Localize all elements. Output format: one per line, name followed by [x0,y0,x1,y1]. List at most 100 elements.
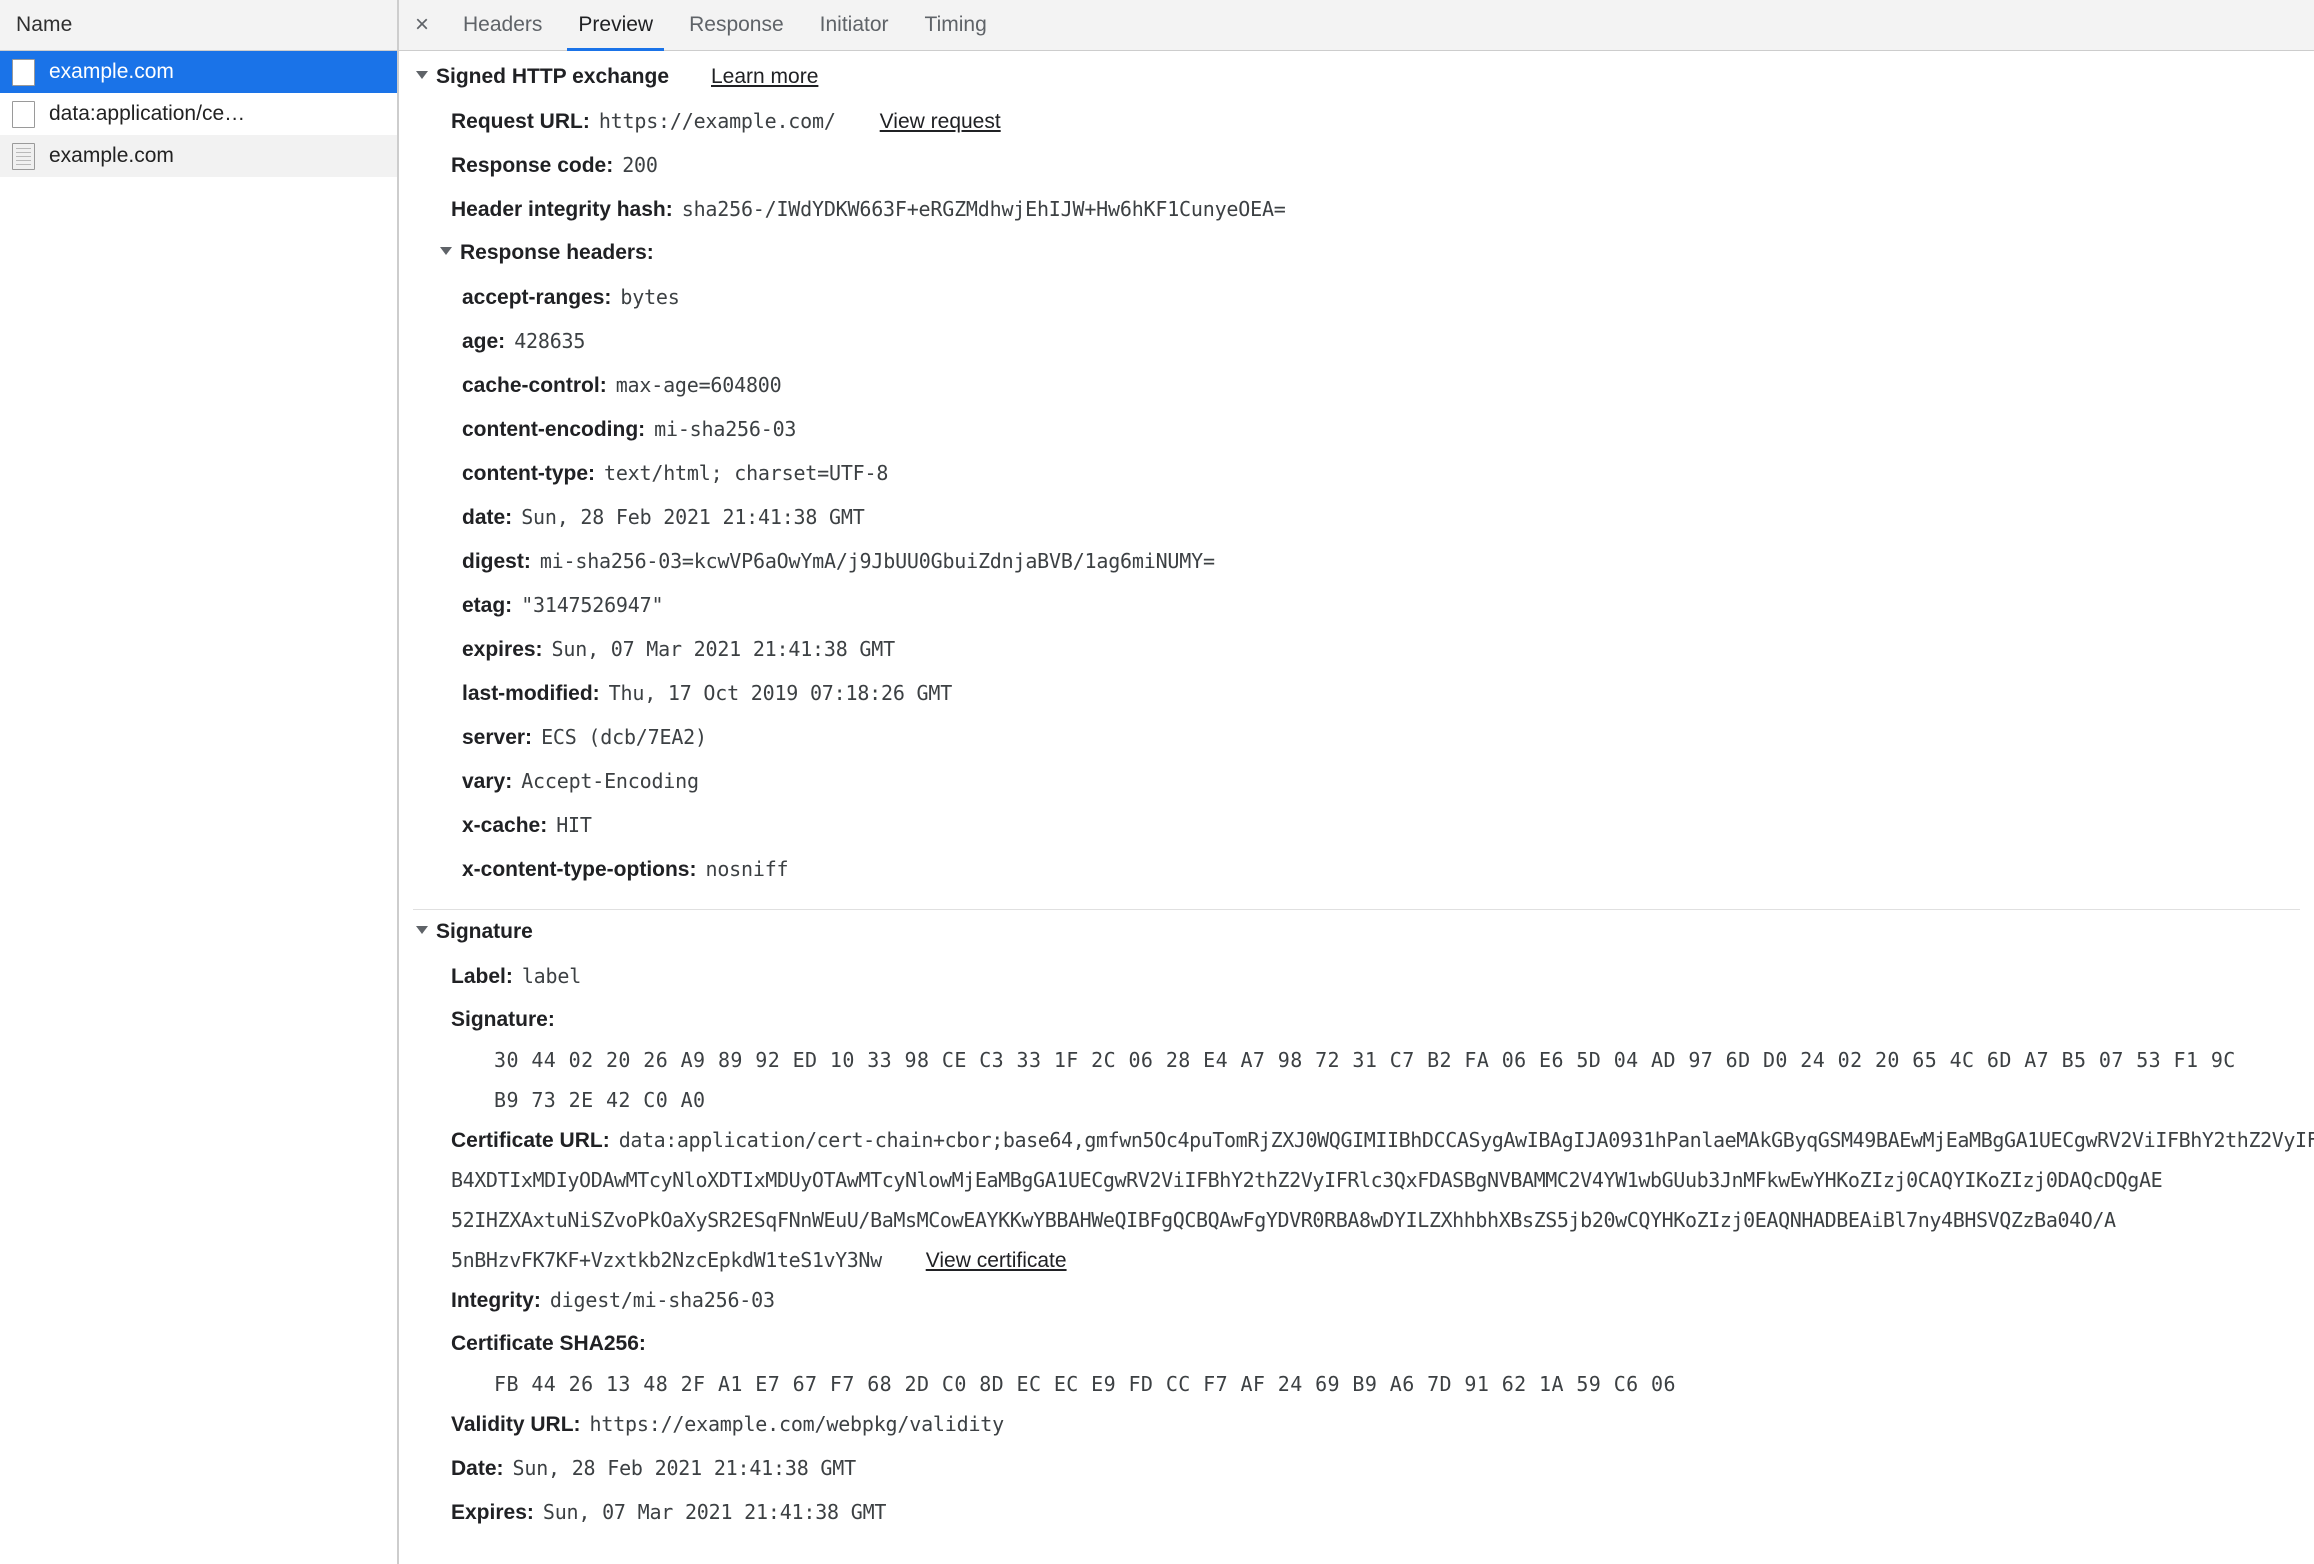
certificate-url-value-line: 52IHZXAxtuNiSZvoPkOaXySR2ESqFNnWEuU/BaMs… [451,1208,2116,1232]
signature-key: Signature: [451,1008,555,1031]
certificate-url-value-line: B4XDTIxMDIyODAwMTcyNloXDTIxMDUyOTAwMTcyN… [451,1168,2163,1192]
certificate-url-row: Certificate URL: data:application/cert-c… [399,1128,2314,1168]
response-headers-section-header[interactable]: Response headers: [399,241,2314,285]
response-code-value: 200 [622,153,658,177]
signed-http-exchange-section-header[interactable]: Signed HTTP exchange Learn more [399,65,2314,109]
detail-tabbar: × Headers Preview Response Initiator Tim… [399,0,2314,52]
header-key: vary: [462,770,513,793]
validity-url-key: Validity URL: [451,1413,581,1436]
header-value: Thu, 17 Oct 2019 07:18:26 GMT [608,681,953,705]
header-key: accept-ranges: [462,286,612,309]
header-value: Accept-Encoding [521,769,699,793]
section-title: Signature [436,920,533,943]
certificate-url-value-line: 5nBHzvFK7KF+Vzxtkb2NzcEpkdW1teS1vY3Nw [451,1248,882,1272]
view-request-link[interactable]: View request [880,110,1001,134]
response-header-row: accept-ranges: bytes [399,285,2314,329]
signature-section-header[interactable]: Signature [399,920,2314,964]
certificate-sha256-hex: FB 44 26 13 48 2F A1 E7 67 F7 68 2D C0 8… [494,1372,1676,1396]
request-row-label: example.com [49,144,174,167]
header-key: age: [462,330,506,353]
header-key: server: [462,726,533,749]
document-lined-icon [12,142,35,170]
tab-headers[interactable]: Headers [445,0,560,51]
header-key: cache-control: [462,374,607,397]
header-value: "3147526947" [521,593,664,617]
header-value: bytes [620,285,680,309]
chevron-down-icon[interactable] [416,71,428,79]
certificate-url-value-line: data:application/cert-chain+cbor;base64,… [618,1128,2314,1152]
response-header-row: digest: mi-sha256-03=kcwVP6aOwYmA/j9JbUU… [399,549,2314,593]
header-value: Sun, 28 Feb 2021 21:41:38 GMT [521,505,865,529]
header-key: last-modified: [462,682,600,705]
header-value: Sun, 07 Mar 2021 21:41:38 GMT [551,637,896,661]
response-header-row: x-content-type-options: nosniff [399,857,2314,901]
signature-hex-row: B9 73 2E 42 C0 A0 [399,1088,2314,1128]
response-header-row: age: 428635 [399,329,2314,373]
validity-url-value: https://example.com/webpkg/validity [589,1412,1005,1436]
close-icon[interactable]: × [399,0,445,51]
validity-url-row: Validity URL: https://example.com/webpkg… [399,1412,2314,1456]
response-header-row: cache-control: max-age=604800 [399,373,2314,417]
response-header-row: expires: Sun, 07 Mar 2021 21:41:38 GMT [399,637,2314,681]
chevron-down-icon[interactable] [416,926,428,934]
learn-more-link[interactable]: Learn more [711,65,818,89]
date-row: Date: Sun, 28 Feb 2021 21:41:38 GMT [399,1456,2314,1500]
date-value: Sun, 28 Feb 2021 21:41:38 GMT [512,1456,857,1480]
signature-hex-line: B9 73 2E 42 C0 A0 [494,1088,706,1112]
response-header-row: last-modified: Thu, 17 Oct 2019 07:18:26… [399,681,2314,725]
request-row-1[interactable]: data:application/ce… [0,93,397,135]
label-value: label [521,964,582,988]
header-value: mi-sha256-03=kcwVP6aOwYmA/j9JbUU0GbuiZdn… [539,549,1215,573]
integrity-value: digest/mi-sha256-03 [549,1288,775,1312]
tab-response[interactable]: Response [671,0,802,51]
tab-initiator[interactable]: Initiator [802,0,907,51]
header-value: text/html; charset=UTF-8 [604,461,889,485]
request-row-2[interactable]: example.com [0,135,397,177]
integrity-key: Integrity: [451,1289,541,1312]
label-key: Label: [451,965,513,988]
header-key: date: [462,506,513,529]
response-header-row: vary: Accept-Encoding [399,769,2314,813]
tab-preview[interactable]: Preview [560,0,671,52]
request-detail-panel: × Headers Preview Response Initiator Tim… [399,0,2314,1564]
header-value: HIT [556,813,592,837]
section-title: Signed HTTP exchange [436,65,669,88]
document-icon [12,58,35,86]
column-header-name: Name [16,13,73,36]
header-value: 428635 [514,329,586,353]
devtools-network-panel: Name example.com data:application/ce… ex… [0,0,2314,1564]
header-key: x-content-type-options: [462,858,697,881]
response-code-key: Response code: [451,154,614,177]
header-value: mi-sha256-03 [654,417,797,441]
expires-value: Sun, 07 Mar 2021 21:41:38 GMT [542,1500,887,1524]
header-integrity-key: Header integrity hash: [451,198,673,221]
date-key: Date: [451,1457,504,1480]
header-value: ECS (dcb/7EA2) [541,725,707,749]
response-header-row: server: ECS (dcb/7EA2) [399,725,2314,769]
certificate-url-key: Certificate URL: [451,1129,610,1152]
header-key: digest: [462,550,531,573]
response-code-row: Response code: 200 [399,153,2314,197]
request-url-key: Request URL: [451,110,590,133]
view-certificate-link[interactable]: View certificate [926,1249,1067,1273]
expires-key: Expires: [451,1501,534,1524]
chevron-down-icon[interactable] [440,247,452,255]
request-url-value: https://example.com/ [598,109,836,133]
integrity-row: Integrity: digest/mi-sha256-03 [399,1288,2314,1332]
section-divider [413,909,2300,910]
request-row-0[interactable]: example.com [0,51,397,93]
signature-hex-row: 30 44 02 20 26 A9 89 92 ED 10 33 98 CE C… [399,1048,2314,1088]
certificate-url-row: 52IHZXAxtuNiSZvoPkOaXySR2ESqFNnWEuU/BaMs… [399,1208,2314,1248]
header-key: content-type: [462,462,595,485]
request-row-label: example.com [49,60,174,83]
response-header-row: etag: "3147526947" [399,593,2314,637]
section-title: Response headers: [460,241,654,264]
tab-timing[interactable]: Timing [907,0,1005,51]
sidebar-column-header: Name [0,0,397,51]
header-value: max-age=604800 [615,373,782,397]
certificate-sha256-key: Certificate SHA256: [451,1332,646,1355]
network-request-list-sidebar: Name example.com data:application/ce… ex… [0,0,399,1564]
header-key: x-cache: [462,814,548,837]
response-header-row: date: Sun, 28 Feb 2021 21:41:38 GMT [399,505,2314,549]
header-key: etag: [462,594,513,617]
